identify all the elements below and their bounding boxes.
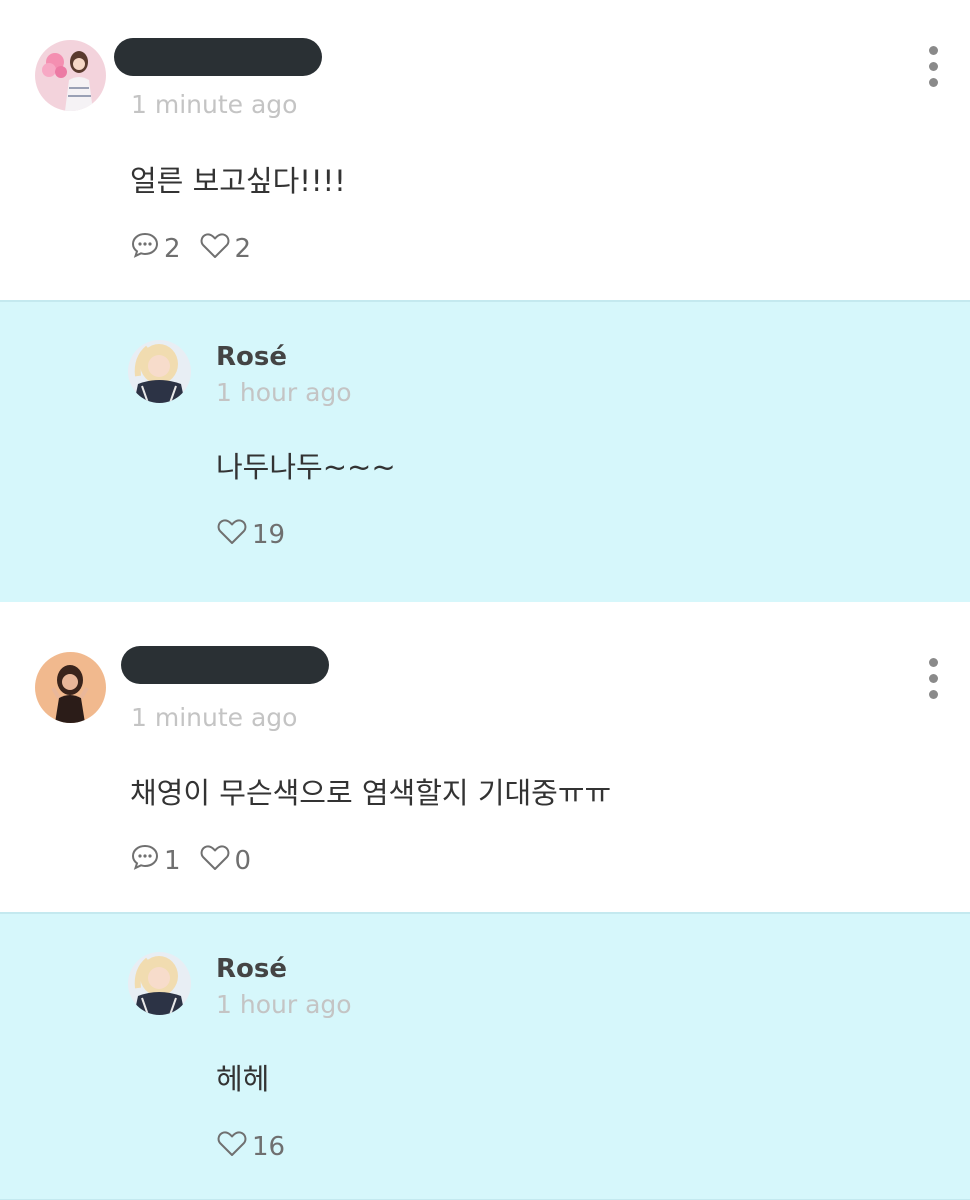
reply-actions: 19 xyxy=(216,516,303,553)
reply-text: 헤헤 xyxy=(216,1062,270,1096)
comment-actions: 2 2 xyxy=(130,230,269,267)
speech-bubble-icon xyxy=(130,230,164,267)
comment: 1 minute ago 얼른 보고싶다!!!! 2 2 xyxy=(0,0,970,300)
more-options-icon[interactable] xyxy=(926,46,940,87)
heart-outline-icon xyxy=(199,230,235,267)
reply: Rosé 1 hour ago 나두나두~~~ 19 xyxy=(0,300,970,602)
like-count: 0 xyxy=(234,845,252,876)
reply-author-avatar[interactable] xyxy=(128,952,191,1015)
reply-count-button[interactable]: 1 xyxy=(130,842,181,879)
comment: 1 minute ago 채영이 무슨색으로 염색할지 기대중ㅠㅠ 1 0 xyxy=(0,602,970,912)
reply-count-button[interactable]: 2 xyxy=(130,230,181,267)
like-button[interactable]: 16 xyxy=(216,1128,285,1165)
redacted-username xyxy=(114,38,322,76)
comment-timestamp: 1 minute ago xyxy=(131,90,298,119)
heart-outline-icon xyxy=(216,516,252,553)
like-count: 16 xyxy=(252,1131,286,1162)
more-options-icon[interactable] xyxy=(926,658,940,699)
reply-count: 2 xyxy=(164,233,181,264)
commenter-avatar[interactable] xyxy=(35,40,106,111)
speech-bubble-icon xyxy=(130,842,164,879)
comment-timestamp: 1 minute ago xyxy=(131,703,298,732)
comment-actions: 1 0 xyxy=(130,842,269,879)
reply-author-avatar[interactable] xyxy=(128,340,191,403)
reply-count: 1 xyxy=(164,845,181,876)
reply-author-name[interactable]: Rosé xyxy=(216,954,287,984)
heart-outline-icon xyxy=(199,842,235,879)
like-button[interactable]: 19 xyxy=(216,516,285,553)
like-button[interactable]: 0 xyxy=(199,842,252,879)
commenter-avatar[interactable] xyxy=(35,652,106,723)
heart-outline-icon xyxy=(216,1128,252,1165)
like-count: 19 xyxy=(252,519,286,550)
reply-actions: 16 xyxy=(216,1128,303,1165)
reply: Rosé 1 hour ago 헤헤 16 xyxy=(0,912,970,1200)
like-count: 2 xyxy=(234,233,252,264)
reply-timestamp: 1 hour ago xyxy=(216,990,352,1019)
reply-timestamp: 1 hour ago xyxy=(216,378,352,407)
like-button[interactable]: 2 xyxy=(199,230,252,267)
redacted-username xyxy=(121,646,329,684)
comment-text: 얼른 보고싶다!!!! xyxy=(130,164,346,198)
comment-text: 채영이 무슨색으로 염색할지 기대중ㅠㅠ xyxy=(130,776,612,810)
reply-text: 나두나두~~~ xyxy=(216,450,396,484)
comment-thread: 1 minute ago 얼른 보고싶다!!!! 2 2 Rosé 1 hour… xyxy=(0,0,970,1200)
reply-author-name[interactable]: Rosé xyxy=(216,342,287,372)
